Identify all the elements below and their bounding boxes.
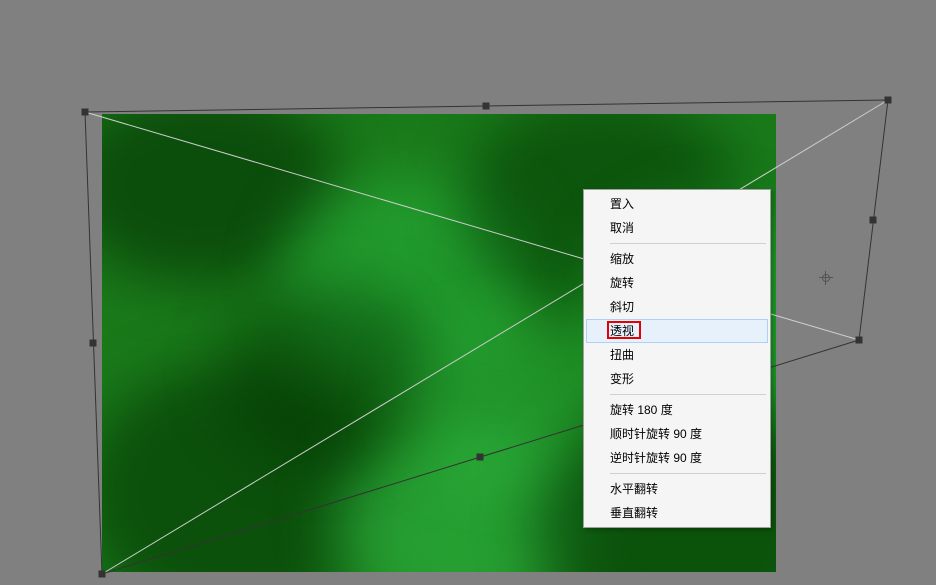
menu-separator — [610, 243, 766, 244]
menu-item-rotate-ccw-90[interactable]: 逆时针旋转 90 度 — [586, 446, 768, 470]
transform-handle-bottom-right[interactable] — [856, 337, 863, 344]
transform-handle-top-right[interactable] — [885, 97, 892, 104]
transform-handle-right-mid[interactable] — [870, 217, 877, 224]
menu-item-warp[interactable]: 变形 — [586, 367, 768, 391]
menu-item-rotate-cw-90[interactable]: 顺时针旋转 90 度 — [586, 422, 768, 446]
menu-item-flip-horizontal[interactable]: 水平翻转 — [586, 477, 768, 501]
menu-separator — [610, 473, 766, 474]
menu-item-place[interactable]: 置入 — [586, 192, 768, 216]
transform-context-menu: 置入 取消 缩放 旋转 斜切 透视 扭曲 变形 旋转 180 度 顺时针旋转 9… — [583, 189, 771, 528]
menu-separator — [610, 394, 766, 395]
menu-item-perspective[interactable]: 透视 — [586, 319, 768, 343]
menu-item-cancel[interactable]: 取消 — [586, 216, 768, 240]
menu-item-scale[interactable]: 缩放 — [586, 247, 768, 271]
menu-item-rotate-180[interactable]: 旋转 180 度 — [586, 398, 768, 422]
transform-handle-top-left[interactable] — [82, 109, 89, 116]
menu-item-distort[interactable]: 扭曲 — [586, 343, 768, 367]
menu-item-flip-vertical[interactable]: 垂直翻转 — [586, 501, 768, 525]
transform-handle-bottom-mid[interactable] — [477, 454, 484, 461]
menu-item-rotate[interactable]: 旋转 — [586, 271, 768, 295]
transform-handle-bottom-left[interactable] — [99, 571, 106, 578]
transform-pivot-marker[interactable] — [819, 271, 833, 285]
transform-handle-top-mid[interactable] — [483, 103, 490, 110]
transform-handle-left-mid[interactable] — [90, 340, 97, 347]
menu-item-skew[interactable]: 斜切 — [586, 295, 768, 319]
